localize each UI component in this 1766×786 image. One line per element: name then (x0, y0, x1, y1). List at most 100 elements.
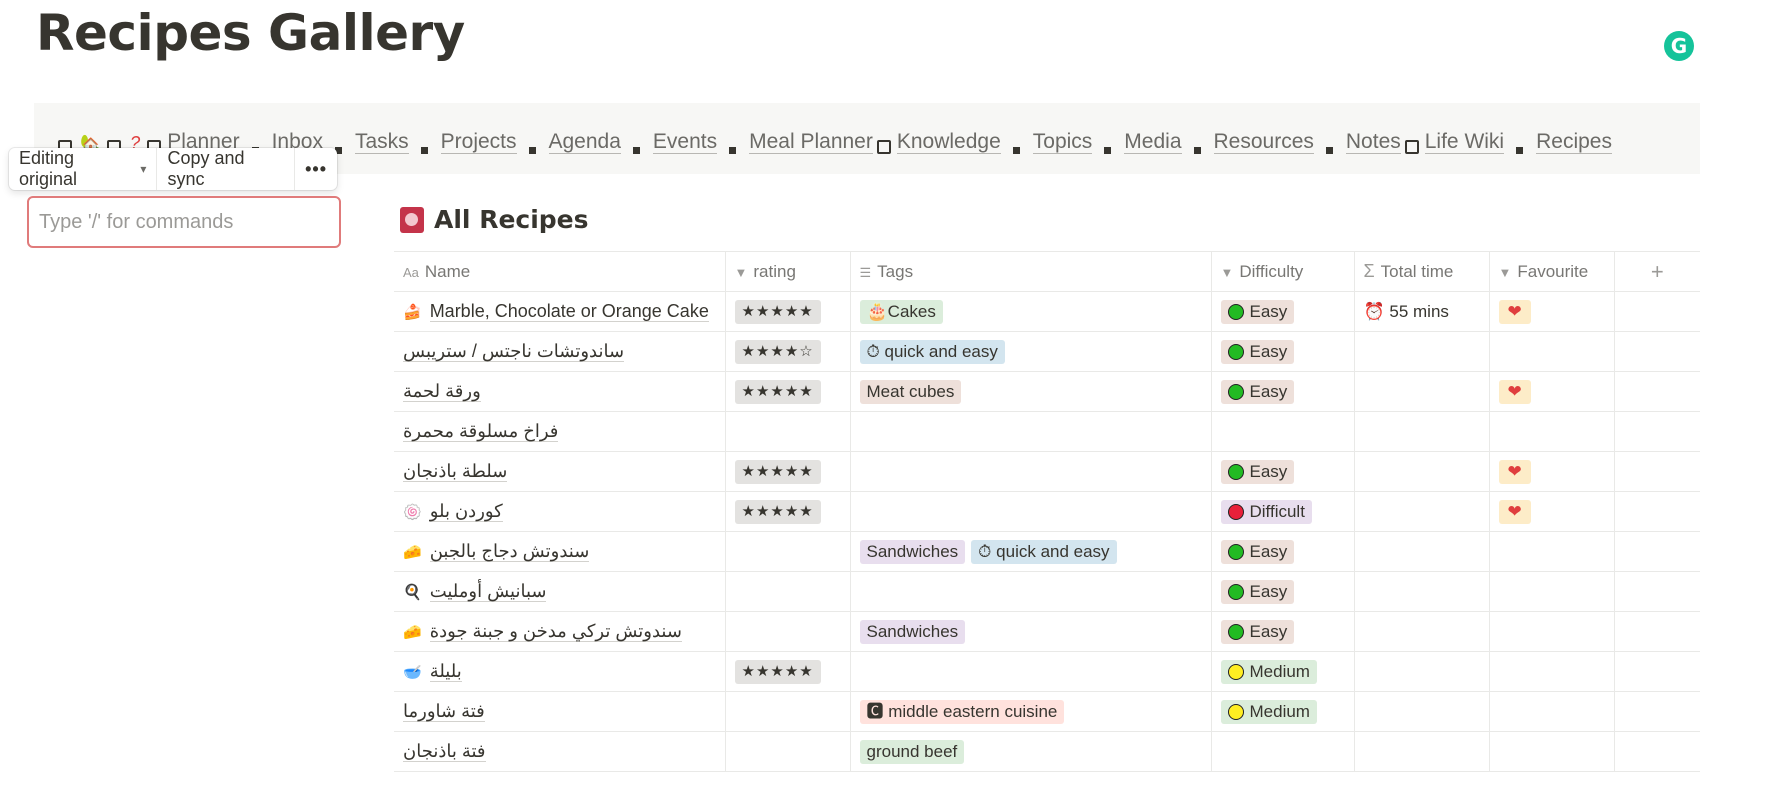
recipe-name-cell[interactable]: 🍰 Marble, Chocolate or Orange Cake (394, 291, 726, 332)
tags-cell[interactable] (850, 451, 1212, 492)
more-options-button[interactable]: ••• (295, 148, 337, 190)
difficulty-cell[interactable]: Easy (1211, 451, 1355, 492)
rating-cell[interactable] (725, 611, 851, 652)
total-time-cell[interactable] (1354, 651, 1490, 692)
recipe-name-cell[interactable]: 🥣 بليلة (394, 651, 726, 692)
table-row[interactable]: فتة باذنجان ground beef (394, 731, 1700, 772)
total-time-cell[interactable] (1354, 691, 1490, 732)
rating-cell[interactable] (725, 411, 851, 452)
table-row[interactable]: 🧀 سندوتش دجاج بالجبن Sandwiches ⏱ quick and… (394, 531, 1700, 572)
table-row[interactable]: 🍥 كوردن بلو ★★★★★ Difficult ❤ (394, 491, 1700, 532)
nav-link-agenda[interactable]: Agenda (548, 130, 621, 154)
table-row[interactable]: فتة شاورما 🅲 middle eastern cuisine Medium (394, 691, 1700, 732)
total-time-cell[interactable] (1354, 611, 1490, 652)
table-row[interactable]: 🍰 Marble, Chocolate or Orange Cake ★★★★★ 🎂C… (394, 291, 1700, 332)
difficulty-cell[interactable]: Easy (1211, 531, 1355, 572)
favourite-cell[interactable] (1489, 331, 1615, 372)
table-row[interactable]: ساندوتشات ناجتس / ستريبس ★★★★☆ ⏱ quick and… (394, 331, 1700, 372)
recipe-name-cell[interactable]: فتة باذنجان (394, 731, 726, 772)
add-column-button[interactable]: + (1614, 251, 1700, 292)
table-row[interactable]: 🥣 بليلة ★★★★★ Medium (394, 651, 1700, 692)
total-time-cell[interactable] (1354, 371, 1490, 412)
table-row[interactable]: فراخ مسلوقة محمرة (394, 411, 1700, 452)
nav-link-events[interactable]: Events (652, 130, 718, 154)
recipe-name-cell[interactable]: 🍥 كوردن بلو (394, 491, 726, 532)
total-time-cell[interactable] (1354, 451, 1490, 492)
favourite-cell[interactable] (1489, 611, 1615, 652)
difficulty-cell[interactable]: Difficult (1211, 491, 1355, 532)
total-time-cell[interactable] (1354, 491, 1490, 532)
tags-cell[interactable]: Sandwiches (850, 611, 1212, 652)
difficulty-cell[interactable] (1211, 731, 1355, 772)
column-header-difficulty[interactable]: ▼ Difficulty (1211, 251, 1355, 292)
tags-cell[interactable] (850, 651, 1212, 692)
grammarly-icon[interactable]: G (1664, 31, 1694, 61)
rating-cell[interactable]: ★★★★★ (725, 371, 851, 412)
rating-cell[interactable] (725, 531, 851, 572)
difficulty-cell[interactable]: Medium (1211, 691, 1355, 732)
column-header-tags[interactable]: ☰ Tags (850, 251, 1212, 292)
difficulty-cell[interactable]: Easy (1211, 371, 1355, 412)
tags-cell[interactable] (850, 571, 1212, 612)
recipe-name-cell[interactable]: ساندوتشات ناجتس / ستريبس (394, 331, 726, 372)
tags-cell[interactable]: Meat cubes (850, 371, 1212, 412)
nav-link-notes[interactable]: Notes (1345, 130, 1401, 154)
nav-link-life-wiki[interactable]: Life Wiki (1424, 130, 1505, 154)
difficulty-cell[interactable] (1211, 411, 1355, 452)
tags-cell[interactable] (850, 411, 1212, 452)
difficulty-cell[interactable]: Medium (1211, 651, 1355, 692)
recipe-name-cell[interactable]: فراخ مسلوقة محمرة (394, 411, 726, 452)
column-header-favourite[interactable]: ▼ Favourite (1489, 251, 1615, 292)
favourite-cell[interactable]: ❤ (1489, 491, 1615, 532)
rating-cell[interactable]: ★★★★☆ (725, 331, 851, 372)
table-row[interactable]: 🧀 سندوتش تركي مدخن و جبنة جودة Sandwiches E… (394, 611, 1700, 652)
nav-link-tasks[interactable]: Tasks (354, 130, 409, 154)
total-time-cell[interactable] (1354, 331, 1490, 372)
recipe-name-cell[interactable]: فتة شاورما (394, 691, 726, 732)
recipe-name-cell[interactable]: سلطة باذنجان (394, 451, 726, 492)
recipe-name-cell[interactable]: 🧀 سندوتش تركي مدخن و جبنة جودة (394, 611, 726, 652)
nav-link-media[interactable]: Media (1124, 130, 1182, 154)
total-time-cell[interactable] (1354, 411, 1490, 452)
tags-cell[interactable]: ground beef (850, 731, 1212, 772)
table-row[interactable]: 🍳 سبانيش أومليت Easy (394, 571, 1700, 612)
favourite-cell[interactable]: ❤ (1489, 371, 1615, 412)
rating-cell[interactable]: ★★★★★ (725, 451, 851, 492)
nav-link-projects[interactable]: Projects (440, 130, 517, 154)
favourite-cell[interactable]: ❤ (1489, 291, 1615, 332)
column-header-total-time[interactable]: Σ Total time (1354, 251, 1490, 292)
nav-link-recipes[interactable]: Recipes (1536, 130, 1612, 154)
rating-cell[interactable]: ★★★★★ (725, 291, 851, 332)
column-header-name[interactable]: Aa Name (394, 251, 726, 292)
editing-original-dropdown[interactable]: Editing original ▾ (9, 148, 158, 190)
tags-cell[interactable] (850, 491, 1212, 532)
favourite-cell[interactable]: ❤ (1489, 451, 1615, 492)
tags-cell[interactable]: 🅲 middle eastern cuisine (850, 691, 1212, 732)
recipe-name-cell[interactable]: 🍳 سبانيش أومليت (394, 571, 726, 612)
rating-cell[interactable]: ★★★★★ (725, 651, 851, 692)
table-row[interactable]: ورقة لحمة ★★★★★ Meat cubes Easy ❤ (394, 371, 1700, 412)
copy-and-sync-button[interactable]: Copy and sync (157, 148, 296, 190)
recipe-name-cell[interactable]: 🧀 سندوتش دجاج بالجبن (394, 531, 726, 572)
recipe-name-cell[interactable]: ورقة لحمة (394, 371, 726, 412)
total-time-cell[interactable] (1354, 531, 1490, 572)
nav-link-resources[interactable]: Resources (1213, 130, 1314, 154)
difficulty-cell[interactable]: Easy (1211, 611, 1355, 652)
difficulty-cell[interactable]: Easy (1211, 331, 1355, 372)
difficulty-cell[interactable]: Easy (1211, 291, 1355, 332)
favourite-cell[interactable] (1489, 731, 1615, 772)
favourite-cell[interactable] (1489, 531, 1615, 572)
tags-cell[interactable]: ⏱ quick and easy (850, 331, 1212, 372)
total-time-cell[interactable]: ⏰ 55 mins (1354, 291, 1490, 332)
favourite-cell[interactable] (1489, 651, 1615, 692)
nav-link-meal-planner[interactable]: Meal Planner (749, 130, 873, 154)
favourite-cell[interactable] (1489, 691, 1615, 732)
database-title[interactable]: All Recipes (400, 205, 589, 234)
column-header-rating[interactable]: ▼ rating (725, 251, 851, 292)
rating-cell[interactable] (725, 731, 851, 772)
tags-cell[interactable]: 🎂Cakes (850, 291, 1212, 332)
total-time-cell[interactable] (1354, 731, 1490, 772)
tags-cell[interactable]: Sandwiches ⏱ quick and easy (850, 531, 1212, 572)
table-row[interactable]: سلطة باذنجان ★★★★★ Easy ❤ (394, 451, 1700, 492)
difficulty-cell[interactable]: Easy (1211, 571, 1355, 612)
